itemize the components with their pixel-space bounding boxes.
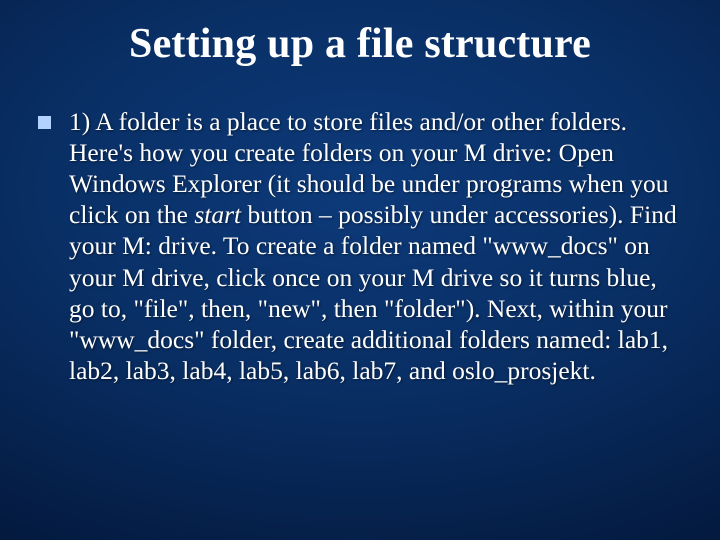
- square-bullet-icon: [38, 116, 51, 129]
- body-italic: start: [194, 200, 241, 229]
- body-text: 1) A folder is a place to store files an…: [69, 106, 682, 386]
- bullet-row: 1) A folder is a place to store files an…: [38, 106, 682, 386]
- slide: Setting up a file structure 1) A folder …: [0, 0, 720, 540]
- slide-title: Setting up a file structure: [38, 20, 682, 68]
